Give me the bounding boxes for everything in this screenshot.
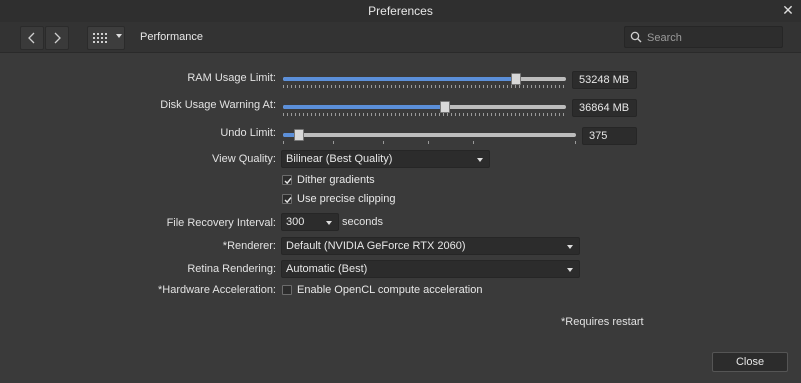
slider-thumb[interactable] xyxy=(440,101,451,113)
renderer-value: Default (NVIDIA GeForce RTX 2060) xyxy=(286,240,466,252)
slider-thumb[interactable] xyxy=(511,73,522,85)
show-all-button[interactable] xyxy=(87,26,125,50)
checkbox-box[interactable] xyxy=(282,194,292,204)
slider-ticks xyxy=(283,113,566,116)
title-bar: Preferences ✕ xyxy=(0,0,801,23)
recovery-interval-value: 300 xyxy=(286,216,305,228)
retina-rendering-value: Automatic (Best) xyxy=(286,263,368,275)
chevron-left-icon xyxy=(28,32,35,44)
disk-warning-value[interactable]: 36864 MB xyxy=(572,99,637,117)
slider-fill xyxy=(283,105,445,109)
search-box[interactable] xyxy=(624,26,783,48)
recovery-interval-dropdown[interactable]: 300 xyxy=(281,213,339,231)
chevron-down-icon xyxy=(477,158,483,162)
slider-thumb[interactable] xyxy=(293,129,304,141)
checkmark-icon xyxy=(284,178,292,185)
disk-warning-slider[interactable] xyxy=(283,101,566,119)
recovery-interval-label: File Recovery Interval: xyxy=(166,217,276,229)
chevron-right-icon xyxy=(54,32,61,44)
renderer-label: *Renderer: xyxy=(222,240,276,252)
forward-button[interactable] xyxy=(45,26,69,50)
chevron-down-icon xyxy=(326,221,332,225)
slider-track xyxy=(283,133,576,137)
slider-fill xyxy=(283,77,516,81)
close-button[interactable]: Close xyxy=(712,352,788,372)
dither-gradients-label: Dither gradients xyxy=(297,174,375,186)
hardware-acceleration-label: *Hardware Acceleration: xyxy=(157,284,276,296)
recovery-interval-unit: seconds xyxy=(342,216,383,228)
chevron-down-icon xyxy=(116,34,122,38)
undo-limit-label: Undo Limit: xyxy=(220,127,276,139)
retina-rendering-label: Retina Rendering: xyxy=(187,263,276,275)
opencl-label: Enable OpenCL compute acceleration xyxy=(297,284,483,296)
undo-limit-slider[interactable] xyxy=(283,129,576,147)
checkmark-icon xyxy=(284,197,292,204)
restart-note: *Requires restart xyxy=(561,316,644,328)
chevron-down-icon xyxy=(567,268,573,272)
search-icon xyxy=(630,31,642,43)
checkbox-box[interactable] xyxy=(282,285,292,295)
undo-limit-value[interactable]: 375 xyxy=(582,127,637,145)
view-quality-dropdown[interactable]: Bilinear (Best Quality) xyxy=(281,150,490,168)
precise-clipping-label: Use precise clipping xyxy=(297,193,396,205)
back-button[interactable] xyxy=(20,26,44,50)
ram-usage-slider[interactable] xyxy=(283,73,566,91)
section-title: Performance xyxy=(140,31,203,43)
chevron-down-icon xyxy=(567,245,573,249)
ram-usage-label: RAM Usage Limit: xyxy=(187,72,276,84)
slider-ticks xyxy=(283,141,576,144)
retina-rendering-dropdown[interactable]: Automatic (Best) xyxy=(281,260,580,278)
grid-icon xyxy=(93,33,107,43)
ram-usage-value[interactable]: 53248 MB xyxy=(572,71,637,89)
slider-ticks xyxy=(283,85,566,88)
window-title: Preferences xyxy=(368,4,433,18)
disk-warning-label: Disk Usage Warning At: xyxy=(160,99,276,111)
toolbar: Performance xyxy=(0,22,801,53)
renderer-dropdown[interactable]: Default (NVIDIA GeForce RTX 2060) xyxy=(281,237,580,255)
checkbox-box[interactable] xyxy=(282,175,292,185)
search-input[interactable] xyxy=(645,28,779,47)
close-icon[interactable]: ✕ xyxy=(781,2,795,18)
view-quality-value: Bilinear (Best Quality) xyxy=(286,153,393,165)
view-quality-label: View Quality: xyxy=(212,153,276,165)
